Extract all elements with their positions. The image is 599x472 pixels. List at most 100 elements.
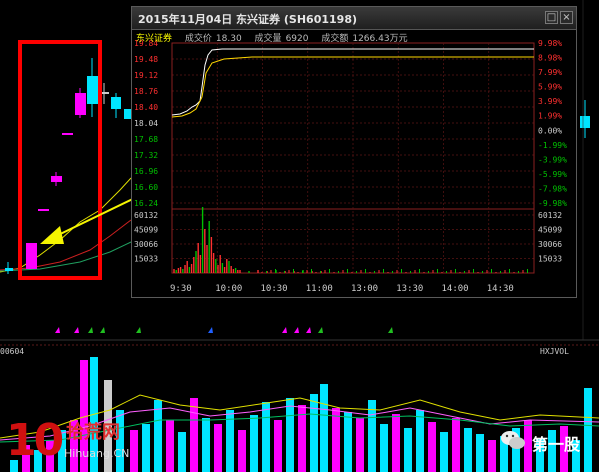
watermark-site: Hihuang.CN xyxy=(64,447,130,460)
volume-bar xyxy=(452,418,460,472)
volume-bar xyxy=(250,415,258,472)
time-tick-label: 13:00 xyxy=(351,284,378,294)
wechat-icon xyxy=(501,431,525,449)
amount-value: 1266.43万元 xyxy=(352,34,408,44)
pct-tick-label: 1.99% xyxy=(538,112,562,121)
volume-bar xyxy=(464,428,472,472)
price-value: 18.30 xyxy=(215,34,242,44)
price-tick-label: 16.96 xyxy=(134,167,158,176)
volume-bar xyxy=(332,408,340,472)
candle xyxy=(87,76,98,104)
stock-code-label: 00604 xyxy=(0,347,25,356)
pct-tick-label: 9.98% xyxy=(538,39,562,48)
time-tick-label: 13:30 xyxy=(396,284,423,294)
volume-bar xyxy=(166,420,174,472)
volume-value: 6920 xyxy=(285,34,309,44)
candle xyxy=(75,93,86,115)
volume-bar xyxy=(476,434,484,472)
volume-tick-label: 30066 xyxy=(134,240,158,249)
volume-bar xyxy=(440,432,448,472)
pct-tick-label: 7.99% xyxy=(538,68,562,77)
close-button[interactable]: × xyxy=(560,11,573,24)
time-tick-label: 10:30 xyxy=(261,284,288,294)
volume-bar xyxy=(320,384,328,472)
volume-bar xyxy=(154,400,162,472)
pct-tick-label: -3.99% xyxy=(538,155,567,164)
watermark-logo-text: 拾荒网 xyxy=(66,422,120,443)
volume-label: 成交量 xyxy=(254,34,282,44)
volume-bar xyxy=(238,430,246,472)
price-tick-label: 18.76 xyxy=(134,87,158,96)
volume-tick-label: 15033 xyxy=(134,255,158,264)
time-tick-label: 14:30 xyxy=(487,284,514,294)
volume-tick-label: 30066 xyxy=(538,240,562,249)
volume-tick-label: 60132 xyxy=(134,211,158,220)
pct-tick-label: 5.99% xyxy=(538,83,562,92)
intraday-chart: 19.8419.4819.1218.7618.4018.0417.6817.32… xyxy=(134,39,567,294)
time-tick-label: 10:00 xyxy=(215,284,242,294)
price-tick-label: 18.40 xyxy=(134,103,158,112)
stock-name: 东兴证券 xyxy=(136,34,173,44)
intraday-popup-window[interactable]: 19.84 19.48 19.12 18.76 18.40 18.04 17.68 17.32… xyxy=(131,6,577,298)
restore-button[interactable]: □ xyxy=(545,11,558,24)
chart-frame xyxy=(171,42,535,274)
volume-bar xyxy=(404,428,412,472)
watermark-brand: 第一股 xyxy=(532,435,581,454)
candle xyxy=(580,116,590,128)
candle-highlight xyxy=(26,243,37,269)
volume-tick-label: 15033 xyxy=(538,255,562,264)
price-tick-label: 19.12 xyxy=(134,71,158,80)
volume-bar xyxy=(142,424,150,472)
volume-bar xyxy=(274,420,282,472)
volume-bar xyxy=(262,402,270,472)
pct-tick-label: -5.99% xyxy=(538,170,567,179)
price-tick-label: 18.04 xyxy=(134,119,158,128)
volume-bar xyxy=(190,398,198,472)
volume-bar xyxy=(130,430,138,472)
volume-indicator-label: HXJVOL xyxy=(540,347,569,356)
volume-bar xyxy=(286,398,294,472)
candle xyxy=(51,176,62,182)
watermark-logo-number: 10 xyxy=(6,415,64,466)
candle xyxy=(5,268,13,271)
price-label: 成交价 xyxy=(184,34,212,44)
candle xyxy=(111,97,121,109)
candle xyxy=(124,109,131,119)
candle xyxy=(38,209,49,211)
pct-tick-label: -7.98% xyxy=(538,184,567,193)
price-tick-label: 17.32 xyxy=(134,151,158,160)
volume-bar xyxy=(488,440,496,472)
popup-titlebar[interactable]: 2015年11月04日 东兴证券 (SH601198) □ × xyxy=(132,7,576,30)
volume-bar xyxy=(310,394,318,472)
pct-tick-label: -9.98% xyxy=(538,199,567,208)
volume-bar xyxy=(178,432,186,472)
time-tick-label: 14:00 xyxy=(442,284,469,294)
candle xyxy=(62,133,73,135)
volume-bar xyxy=(416,410,424,472)
price-tick-label: 16.60 xyxy=(134,183,158,192)
volume-bar xyxy=(202,418,210,472)
volume-bar xyxy=(584,388,592,472)
volume-info: 成交量 6920 xyxy=(255,34,309,44)
time-tick-label: 11:00 xyxy=(306,284,333,294)
volume-bar xyxy=(368,400,376,472)
time-tick-label: 9:30 xyxy=(170,284,192,294)
volume-bar xyxy=(356,418,364,472)
pct-tick-label: 3.99% xyxy=(538,97,562,106)
pct-tick-label: 8.98% xyxy=(538,54,562,63)
pct-tick-label: 0.00% xyxy=(538,126,562,135)
pct-tick-label: -1.99% xyxy=(538,141,567,150)
volume-tick-label: 60132 xyxy=(538,211,562,220)
volume-bar xyxy=(380,424,388,472)
quote-info-row: 东兴证券 成交价 18.30 成交量 6920 成交额 1266.43万元 xyxy=(136,31,418,44)
price-info: 成交价 18.30 xyxy=(185,34,242,44)
volume-tick-label: 45099 xyxy=(134,226,158,235)
price-tick-label: 17.68 xyxy=(134,135,158,144)
volume-bar xyxy=(214,424,222,472)
amount-info: 成交额 1266.43万元 xyxy=(321,34,407,44)
volume-bar xyxy=(428,422,436,472)
volume-tick-label: 45099 xyxy=(538,226,562,235)
amount-label: 成交额 xyxy=(321,34,349,44)
popup-title: 2015年11月04日 东兴证券 (SH601198) xyxy=(138,13,357,26)
volume-bar xyxy=(344,412,352,472)
